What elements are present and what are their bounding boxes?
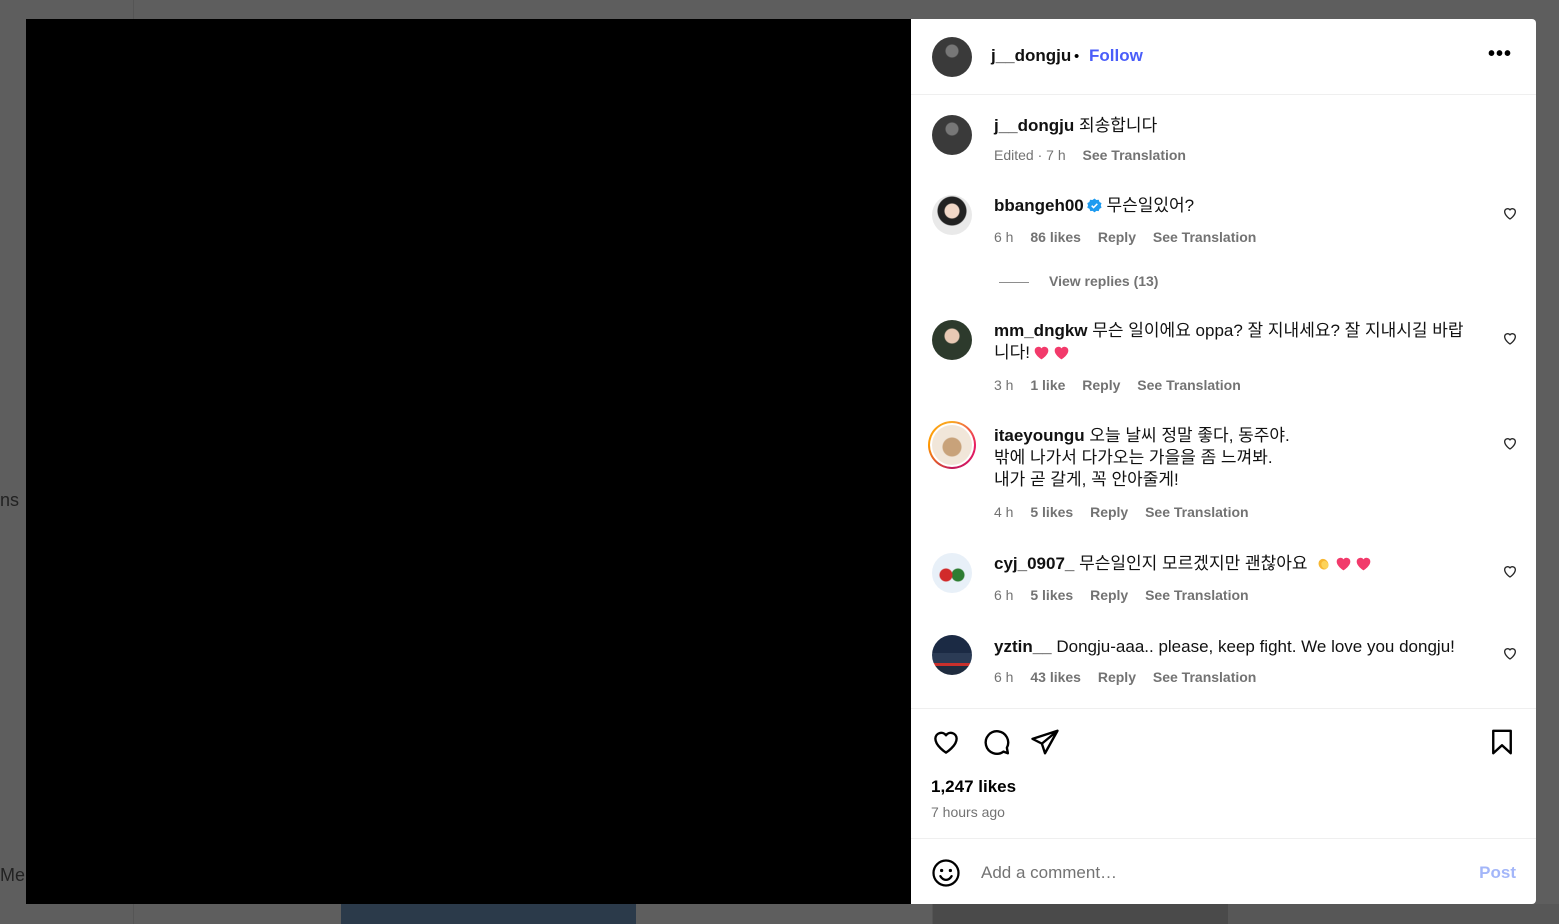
comment: bbangeh00 무슨일있어? (994, 195, 1479, 217)
comment-username[interactable]: itaeyoungu (994, 426, 1085, 445)
comment-username[interactable]: mm_dngkw (994, 321, 1088, 340)
comment: yztin__ Dongju-aaa.. please, keep fight.… (994, 636, 1479, 658)
post-header: j__dongju • Follow ••• (911, 19, 1536, 95)
comment-meta: 3 h 1 like Reply See Translation (994, 377, 1254, 393)
bookmark-save-icon[interactable] (1487, 727, 1517, 757)
comment-likes[interactable]: 5 likes (1030, 504, 1073, 520)
reply-button[interactable]: Reply (1098, 229, 1136, 245)
reply-button[interactable]: Reply (1082, 377, 1120, 393)
caption: j__dongju 죄송합니다 (994, 115, 1479, 137)
comment-text: 무슨일인지 모르겠지만 괜찮아요 (1079, 554, 1308, 573)
author-avatar[interactable] (932, 37, 972, 77)
post-likes-count[interactable]: 1,247 likes (931, 777, 1016, 797)
caption-text: 죄송합니다 (1079, 116, 1158, 135)
caption-username[interactable]: j__dongju (994, 116, 1074, 135)
post-comment-button[interactable]: Post (1479, 863, 1516, 883)
see-translation-link[interactable]: See Translation (1137, 377, 1240, 393)
commenter-avatar[interactable] (932, 320, 972, 360)
caption-meta: Edited · 7 h See Translation (994, 147, 1199, 163)
comment-username[interactable]: cyj_0907_ (994, 554, 1074, 573)
comment-meta: 6 h 43 likes Reply See Translation (994, 669, 1269, 685)
view-replies-button[interactable]: View replies (13) (1049, 273, 1158, 289)
follow-button[interactable]: Follow (1089, 46, 1143, 66)
comment: mm_dngkw 무슨 일이에요 oppa? 잘 지내세요? 잘 지내시길 바랍… (994, 320, 1479, 364)
author-username[interactable]: j__dongju (991, 46, 1071, 66)
comment-meta: 4 h 5 likes Reply See Translation (994, 504, 1262, 520)
verified-badge-icon (1087, 198, 1102, 213)
background-thumbnail (341, 904, 636, 924)
comment-text: Dongju-aaa.. please, keep fight. We love… (1056, 637, 1455, 656)
comment-likes[interactable]: 43 likes (1030, 669, 1081, 685)
clapping-hands-emoji-icon (1318, 558, 1329, 570)
comment-likes[interactable]: 5 likes (1030, 587, 1073, 603)
commenter-avatar[interactable] (932, 553, 972, 593)
add-comment-input[interactable] (981, 859, 1461, 887)
see-translation-link[interactable]: See Translation (1153, 229, 1256, 245)
emoji-picker-icon[interactable] (931, 858, 961, 888)
heart-emoji-icon (1336, 557, 1351, 571)
like-comment-heart-icon[interactable] (1502, 330, 1518, 346)
caption-edited-time: Edited · 7 h (994, 147, 1066, 163)
comment-text-line: 내가 곧 갈게, 꼭 안아줄게! (994, 470, 1179, 489)
comment-bubble-icon[interactable] (981, 727, 1011, 757)
heart-emoji-icon (1034, 346, 1049, 360)
comment-time: 6 h (994, 669, 1014, 685)
like-comment-heart-icon[interactable] (1502, 563, 1518, 579)
comment-likes[interactable]: 1 like (1030, 377, 1065, 393)
story-ring[interactable] (928, 421, 976, 469)
comment-time: 6 h (994, 587, 1014, 603)
commenter-avatar[interactable] (932, 425, 972, 465)
see-translation-link[interactable]: See Translation (1153, 669, 1256, 685)
more-options-button[interactable]: ••• (1488, 43, 1512, 66)
comment-meta: 6 h 86 likes Reply See Translation (994, 229, 1269, 245)
commenter-avatar[interactable] (932, 635, 972, 675)
like-comment-heart-icon[interactable] (1502, 645, 1518, 661)
comment-text-line: 밖에 나가서 다가오는 가을을 좀 느껴봐. (994, 448, 1273, 467)
see-translation-link[interactable]: See Translation (1083, 147, 1186, 163)
like-heart-icon[interactable] (931, 727, 961, 757)
reply-button[interactable]: Reply (1098, 669, 1136, 685)
comment-username[interactable]: bbangeh00 (994, 196, 1084, 215)
comment-text: 무슨일있어? (1106, 196, 1195, 215)
reply-button[interactable]: Reply (1090, 587, 1128, 603)
background-nav-text: Me (0, 865, 26, 885)
comment-time: 4 h (994, 504, 1014, 520)
add-comment-bar: Post (911, 838, 1536, 904)
comment-likes[interactable]: 86 likes (1030, 229, 1081, 245)
reply-button[interactable]: Reply (1090, 504, 1128, 520)
like-comment-heart-icon[interactable] (1502, 205, 1518, 221)
comment-time: 3 h (994, 377, 1014, 393)
background-nav-text: ns (0, 490, 20, 510)
comment-time: 6 h (994, 229, 1014, 245)
post-timestamp: 7 hours ago (931, 804, 1005, 820)
background-thumbnail (932, 904, 1228, 924)
comment: cyj_0907_ 무슨일인지 모르겠지만 괜찮아요 (994, 553, 1479, 575)
comment: itaeyoungu 오늘 날씨 정말 좋다, 동주야. 밖에 나가서 다가오는… (994, 425, 1479, 491)
comment-username[interactable]: yztin__ (994, 637, 1052, 656)
background-thumbnail (1228, 904, 1559, 924)
share-paper-plane-icon[interactable] (1030, 727, 1060, 757)
replies-divider (999, 282, 1029, 283)
post-panel: j__dongju • Follow ••• j__dongju 죄송합니다 E… (911, 19, 1536, 904)
like-comment-heart-icon[interactable] (1502, 435, 1518, 451)
heart-emoji-icon (1054, 346, 1069, 360)
commenter-avatar[interactable] (932, 195, 972, 235)
heart-emoji-icon (1356, 557, 1371, 571)
see-translation-link[interactable]: See Translation (1145, 587, 1248, 603)
comment-meta: 6 h 5 likes Reply See Translation (994, 587, 1262, 603)
separator-dot: • (1074, 48, 1080, 65)
post-media[interactable] (26, 19, 911, 904)
comment-text-line: 오늘 날씨 정말 좋다, 동주야. (1089, 426, 1290, 445)
see-translation-link[interactable]: See Translation (1145, 504, 1248, 520)
caption-avatar[interactable] (932, 115, 972, 155)
